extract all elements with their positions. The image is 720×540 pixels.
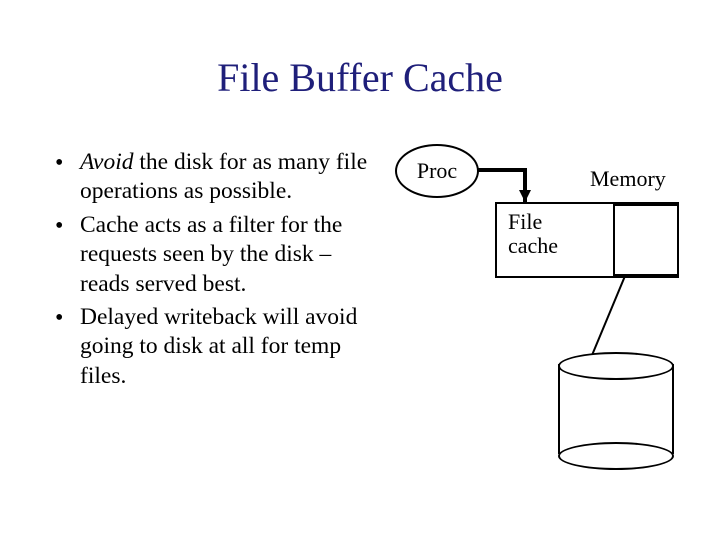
slide-title: File Buffer Cache xyxy=(0,54,720,101)
proc-oval: Proc xyxy=(395,144,479,198)
disk-cylinder-icon xyxy=(558,352,674,462)
filecache-label: File cache xyxy=(508,210,558,258)
filecache-label-line2: cache xyxy=(508,233,558,258)
filecache-label-line1: File xyxy=(508,209,542,234)
bullet-text: Cache acts as a filter for the requests … xyxy=(80,212,342,297)
memory-label: Memory xyxy=(590,166,666,192)
diagram: Memory File cache Proc xyxy=(395,120,705,520)
slide: File Buffer Cache Avoid the disk for as … xyxy=(0,0,720,540)
bullet-text: Delayed writeback will avoid going to di… xyxy=(80,304,357,389)
filecache-box xyxy=(613,204,679,276)
bullet-item: Avoid the disk for as many file operatio… xyxy=(55,148,385,207)
proc-label: Proc xyxy=(417,158,457,184)
bullet-list: Avoid the disk for as many file operatio… xyxy=(55,148,385,395)
bullet-item: Cache acts as a filter for the requests … xyxy=(55,211,385,299)
bullet-emphasis: Avoid xyxy=(80,149,134,175)
bullet-item: Delayed writeback will avoid going to di… xyxy=(55,303,385,391)
